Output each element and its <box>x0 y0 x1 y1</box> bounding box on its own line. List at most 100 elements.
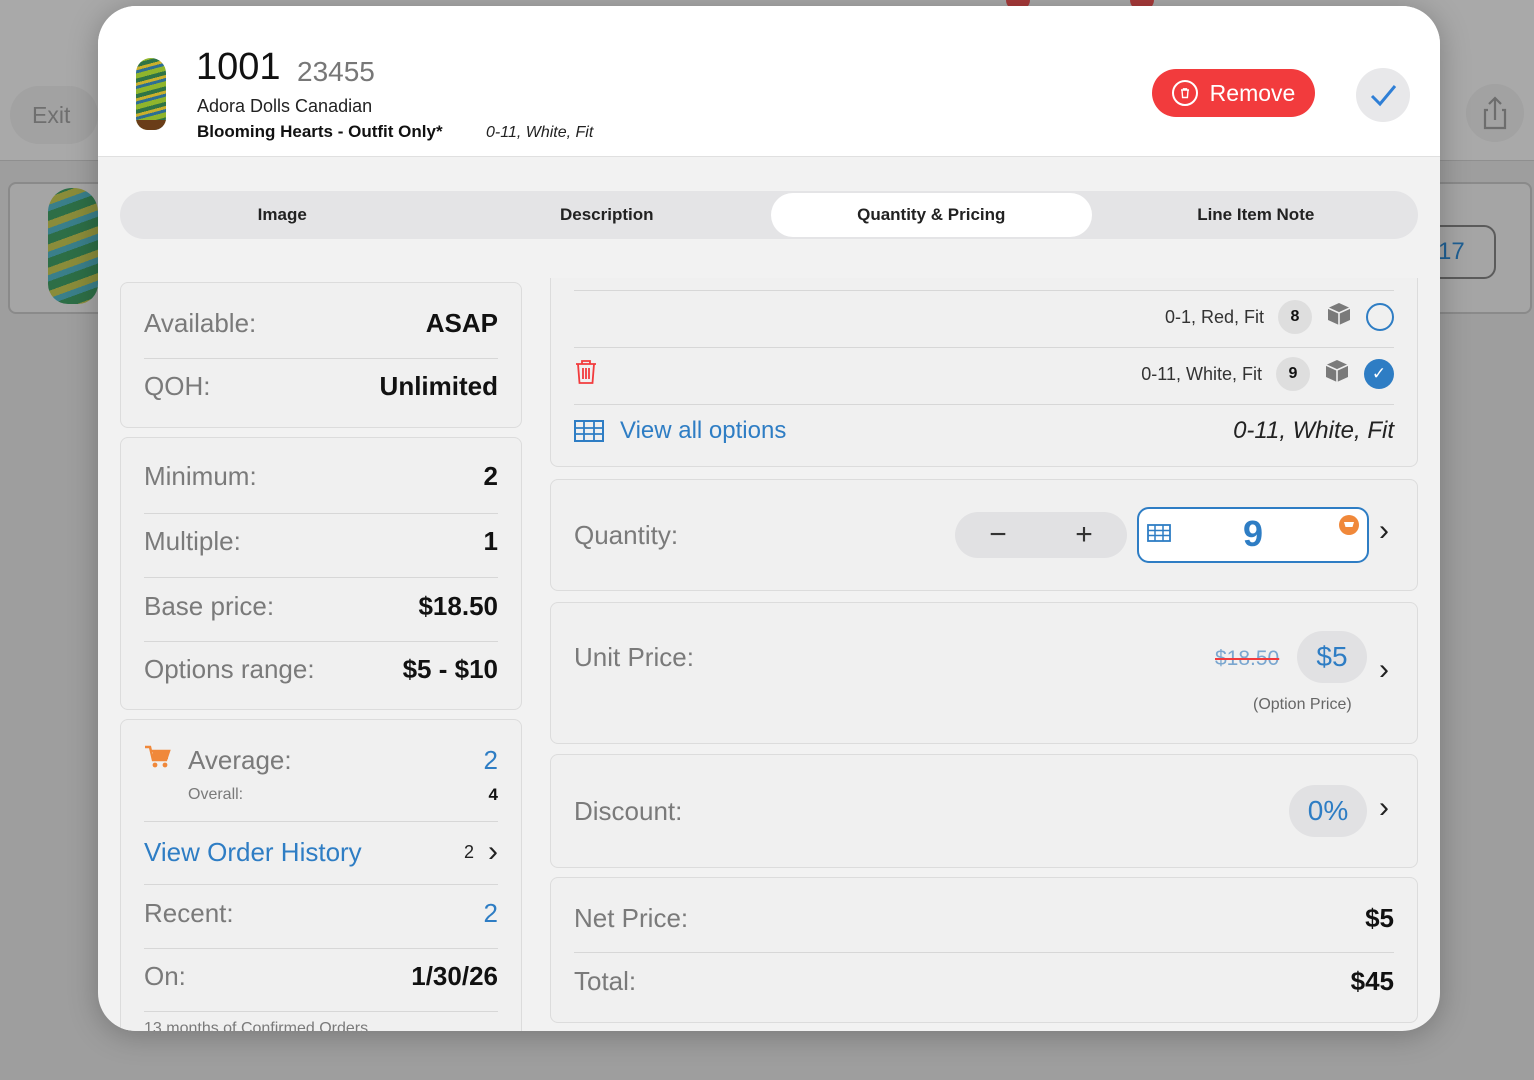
quantity-input[interactable]: 9 <box>1137 507 1369 563</box>
chevron-right-icon: › <box>488 835 498 868</box>
option-price-note: (Option Price) <box>1253 696 1352 713</box>
multiple-label: Multiple: <box>144 525 241 556</box>
product-thumbnail <box>136 58 166 130</box>
available-value: ASAP <box>425 307 498 338</box>
quantity-card: Quantity: − + 9 › <box>550 479 1418 591</box>
history-footnote: 13 months of Confirmed Orders <box>144 1020 369 1031</box>
divider <box>144 884 498 885</box>
ordering-rules-card: Minimum: 2 Multiple: 1 Base price: $18.5… <box>120 437 522 710</box>
original-price: $18.50 <box>1215 647 1280 670</box>
average-value: 2 <box>483 744 498 775</box>
discount-label: Discount: <box>574 795 683 826</box>
option-row[interactable]: 0-11, White, Fit 9 ✓ <box>574 355 1394 393</box>
tab-line-item-note[interactable]: Line Item Note <box>1096 193 1417 237</box>
remove-button[interactable]: Remove <box>1152 69 1315 117</box>
option-count-badge: 8 <box>1278 300 1312 334</box>
unit-price-card: Unit Price: $18.50 $5 › (Option Price) <box>550 602 1418 744</box>
minimum-label: Minimum: <box>144 460 257 491</box>
availability-card: Available: ASAP QOH: Unlimited <box>120 282 522 428</box>
cart-icon <box>144 744 174 777</box>
divider <box>144 821 498 822</box>
divider <box>574 404 1394 405</box>
totals-card: Net Price: $5 Total: $45 <box>550 877 1418 1023</box>
minimum-value: 2 <box>483 460 498 491</box>
overall-label: Overall: <box>188 786 244 803</box>
decrement-button[interactable]: − <box>989 518 1007 552</box>
selected-option: 0-11, White, Fit <box>486 124 594 141</box>
qoh-value: Unlimited <box>379 370 498 401</box>
option-radio-selected[interactable]: ✓ <box>1364 359 1394 389</box>
multiple-value: 1 <box>483 525 498 556</box>
divider <box>144 577 498 578</box>
option-count-badge: 9 <box>1276 357 1310 391</box>
package-icon <box>1324 358 1350 391</box>
exit-button[interactable]: Exit <box>10 86 98 144</box>
share-button[interactable] <box>1466 84 1524 142</box>
divider <box>144 513 498 514</box>
divider <box>574 290 1394 291</box>
tab-description[interactable]: Description <box>447 193 768 237</box>
divider <box>144 1011 498 1012</box>
done-button[interactable] <box>1356 68 1410 122</box>
base-price-value: $18.50 <box>418 590 498 621</box>
base-price-label: Base price: <box>144 590 275 621</box>
tab-image[interactable]: Image <box>122 193 443 237</box>
on-value: 1/30/26 <box>411 960 498 991</box>
view-order-history-link[interactable]: View Order History 2 › <box>144 832 498 872</box>
option-row[interactable]: 0-1, Red, Fit 8 <box>574 298 1394 336</box>
chevron-right-icon[interactable]: › <box>1379 514 1389 548</box>
trash-icon <box>1171 80 1198 106</box>
available-label: Available: <box>144 307 257 338</box>
increment-button[interactable]: + <box>1075 518 1093 552</box>
quantity-label: Quantity: <box>574 519 679 550</box>
total-value: $45 <box>1350 965 1394 996</box>
divider <box>144 358 498 359</box>
divider <box>144 948 498 949</box>
unit-price-value[interactable]: $5 <box>1297 631 1367 683</box>
divider <box>574 347 1394 348</box>
quantity-stepper[interactable]: − + <box>955 512 1127 558</box>
item-number: 1001 <box>196 46 281 88</box>
discount-value[interactable]: 0% <box>1289 785 1367 837</box>
order-history-card: Average: 2 Overall: 4 View Order History… <box>120 719 522 1031</box>
recent-label: Recent: <box>144 897 234 928</box>
on-label: On: <box>144 960 186 991</box>
view-all-options-link[interactable]: View all options <box>574 417 786 445</box>
background-product-thumbnail <box>48 188 98 304</box>
chevron-right-icon[interactable]: › <box>1379 791 1389 825</box>
option-label: 0-1, Red, Fit <box>1164 306 1264 327</box>
brand-name: Adora Dolls Canadian <box>197 96 373 116</box>
package-icon <box>1326 301 1352 334</box>
options-range-label: Options range: <box>144 653 315 684</box>
trash-icon[interactable] <box>574 358 598 391</box>
cart-badge-icon <box>1339 515 1359 535</box>
divider <box>574 952 1394 953</box>
share-icon <box>1483 96 1507 130</box>
recent-value: 2 <box>483 897 498 928</box>
average-label: Average: <box>188 744 292 775</box>
view-all-options-label: View all options <box>620 417 787 444</box>
line-item-modal: 1001 23455 Adora Dolls Canadian Blooming… <box>98 6 1440 1031</box>
modal-header: 1001 23455 Adora Dolls Canadian Blooming… <box>98 6 1440 157</box>
current-option-selection: 0-11, White, Fit <box>1233 417 1394 444</box>
unit-price-label: Unit Price: <box>574 641 694 672</box>
qoh-label: QOH: <box>144 370 211 401</box>
product-name: Blooming Hearts - Outfit Only* <box>197 122 443 141</box>
options-card: 0-1, Red, Fit 8 0-11, White, Fit 9 ✓ Vie… <box>550 278 1418 467</box>
option-radio-unselected[interactable] <box>1366 303 1394 331</box>
view-order-history-label: View Order History <box>144 836 362 867</box>
total-label: Total: <box>574 965 637 996</box>
option-label: 0-11, White, Fit <box>1141 363 1262 384</box>
tab-bar: Image Description Quantity & Pricing Lin… <box>120 191 1418 239</box>
divider <box>144 641 498 642</box>
discount-card: Discount: 0% › <box>550 754 1418 868</box>
remove-label: Remove <box>1209 79 1296 106</box>
tab-quantity-pricing[interactable]: Quantity & Pricing <box>771 193 1092 237</box>
item-sku: 23455 <box>297 56 375 87</box>
net-price-label: Net Price: <box>574 902 689 933</box>
grid-icon <box>574 420 604 442</box>
history-count: 2 <box>463 841 474 862</box>
quantity-value: 9 <box>1242 513 1264 554</box>
chevron-right-icon[interactable]: › <box>1379 653 1389 687</box>
options-range-value: $5 - $10 <box>402 653 498 684</box>
